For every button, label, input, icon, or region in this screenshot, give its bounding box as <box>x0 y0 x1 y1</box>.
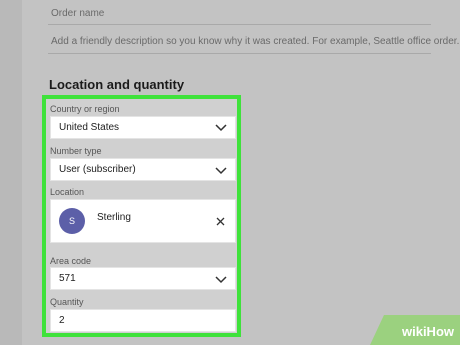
quantity-input[interactable]: 2 <box>50 309 236 332</box>
chevron-down-icon <box>215 276 227 284</box>
country-label: Country or region <box>50 104 120 114</box>
description-input[interactable]: Add a friendly description so you know w… <box>51 36 460 47</box>
number-type-value: User (subscriber) <box>59 164 136 175</box>
order-name-underline <box>48 24 431 25</box>
area-code-label: Area code <box>50 256 92 266</box>
country-select[interactable]: United States <box>50 116 236 139</box>
order-name-input[interactable]: Order name <box>51 8 104 19</box>
left-panel-edge <box>0 0 22 345</box>
quantity-label: Quantity <box>50 297 84 307</box>
watermark-text: wikiHow <box>401 324 454 339</box>
number-type-select[interactable]: User (subscriber) <box>50 158 236 181</box>
quantity-value: 2 <box>59 315 65 326</box>
area-code-value: 571 <box>59 273 76 284</box>
chevron-down-icon <box>215 167 227 175</box>
country-value: United States <box>59 122 120 133</box>
number-type-label: Number type <box>50 146 102 156</box>
chevron-down-icon <box>215 124 227 132</box>
location-value: Sterling <box>97 212 131 223</box>
avatar: S <box>59 208 85 234</box>
location-picker[interactable]: S Sterling <box>50 199 236 243</box>
description-underline <box>48 53 431 54</box>
section-title: Location and quantity <box>49 77 185 92</box>
area-code-select[interactable]: 571 <box>50 267 236 290</box>
close-icon[interactable] <box>216 217 225 226</box>
location-label: Location <box>50 187 85 197</box>
